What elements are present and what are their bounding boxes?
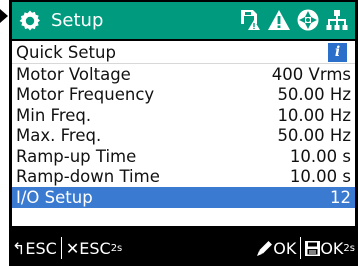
ok-label: OK bbox=[273, 238, 297, 258]
hmi-screen: Setup Quick Setup i Motor Voltage 400 Vr… bbox=[9, 0, 358, 266]
item-label: Motor Voltage bbox=[16, 64, 131, 84]
item-label: Max. Freq. bbox=[16, 126, 102, 146]
selection-pointer-icon bbox=[0, 9, 8, 23]
menu-item-max-freq[interactable]: Max. Freq. 50.00 Hz bbox=[12, 126, 355, 147]
warning-triangle-icon bbox=[268, 10, 290, 30]
menu-item-ramp-up-time[interactable]: Ramp-up Time 10.00 s bbox=[12, 146, 355, 167]
save-disk-icon bbox=[305, 240, 321, 256]
close-icon: ✕ bbox=[65, 238, 80, 258]
item-value: 50.00 Hz bbox=[277, 126, 351, 146]
sd-card-warning-icon bbox=[241, 10, 260, 30]
menu-item-min-freq[interactable]: Min Freq. 10.00 Hz bbox=[12, 105, 355, 126]
status-icons bbox=[238, 8, 349, 32]
save-ok-softkey[interactable]: OK 2s bbox=[305, 236, 355, 260]
gear-icon bbox=[19, 10, 40, 30]
navigation-wheel-icon bbox=[297, 9, 319, 31]
item-value: 400 Vrms bbox=[271, 64, 351, 84]
item-value: 10.00 s bbox=[289, 167, 351, 187]
menu-item-motor-voltage[interactable]: Motor Voltage 400 Vrms bbox=[12, 64, 355, 85]
long-press-duration: 2s bbox=[343, 242, 355, 254]
softkey-divider bbox=[60, 237, 62, 259]
menu-item-io-setup[interactable]: I/O Setup 12 bbox=[12, 187, 355, 208]
edit-ok-softkey[interactable]: OK bbox=[257, 236, 296, 260]
item-label: I/O Setup bbox=[16, 187, 93, 207]
item-value: 10.00 Hz bbox=[277, 105, 351, 125]
item-value: 12 bbox=[330, 187, 351, 207]
item-label: Motor Frequency bbox=[16, 85, 155, 105]
esc-label: ESC bbox=[25, 238, 57, 258]
item-label: Ramp-up Time bbox=[16, 146, 137, 166]
network-tree-icon bbox=[326, 10, 348, 30]
info-icon[interactable]: i bbox=[328, 42, 347, 62]
esc-long-label: ESC bbox=[79, 238, 111, 258]
title-bar: Setup bbox=[12, 2, 355, 39]
item-value: 10.00 s bbox=[289, 146, 351, 166]
long-press-duration: 2s bbox=[110, 242, 123, 254]
back-arrow-icon: ↰ bbox=[12, 238, 26, 258]
section-header: Quick Setup i bbox=[12, 41, 355, 64]
esc-long-press-softkey[interactable]: ✕ ESC 2s bbox=[66, 236, 122, 260]
section-title: Quick Setup bbox=[16, 42, 116, 62]
softkey-divider bbox=[300, 237, 302, 259]
menu-item-motor-frequency[interactable]: Motor Frequency 50.00 Hz bbox=[12, 85, 355, 106]
menu-panel: Quick Setup i Motor Voltage 400 Vrms Mot… bbox=[12, 41, 355, 226]
save-ok-label: OK bbox=[320, 238, 344, 258]
page-title: Setup bbox=[51, 10, 104, 31]
esc-softkey[interactable]: ↰ ESC bbox=[12, 236, 57, 260]
softkey-bar: ↰ ESC ✕ ESC 2s OK OK 2s bbox=[12, 230, 355, 266]
pencil-icon bbox=[257, 241, 273, 256]
item-label: Min Freq. bbox=[16, 105, 92, 125]
item-label: Ramp-down Time bbox=[16, 167, 160, 187]
menu-item-ramp-down-time[interactable]: Ramp-down Time 10.00 s bbox=[12, 167, 355, 188]
item-value: 50.00 Hz bbox=[277, 85, 351, 105]
